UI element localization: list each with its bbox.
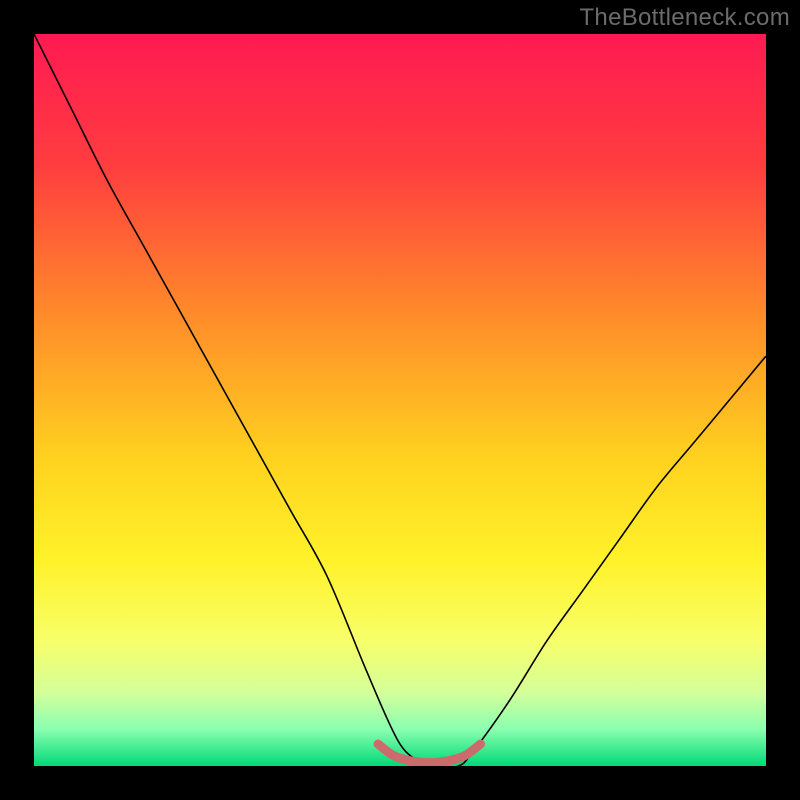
- plot-area: [34, 34, 766, 766]
- watermark-text: TheBottleneck.com: [579, 4, 790, 32]
- curve-layer: [34, 34, 766, 766]
- chart-frame: TheBottleneck.com: [0, 0, 800, 800]
- flat-highlight: [378, 744, 480, 763]
- bottleneck-curve: [34, 34, 766, 766]
